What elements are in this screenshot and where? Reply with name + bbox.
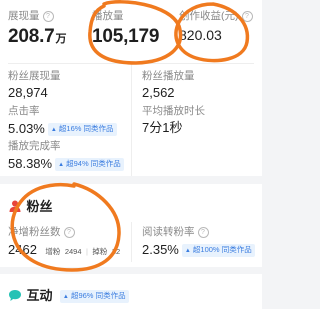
- fans-header: 粉丝: [8, 196, 52, 216]
- fan-plays-metric[interactable]: 粉丝播放量 2,562: [142, 70, 195, 100]
- avg-duration-label: 平均播放时长: [142, 105, 205, 117]
- gain-value: 2494: [64, 247, 82, 256]
- net-growth-label: 净增粉丝数: [8, 226, 61, 238]
- conversion-metric[interactable]: 阅读转粉率? 2.35% ▲ 超100% 同类作品: [142, 226, 255, 259]
- income-value: 820.03: [179, 27, 222, 43]
- net-growth-value: 2462: [8, 242, 37, 257]
- help-icon[interactable]: ?: [241, 11, 253, 22]
- completion-metric[interactable]: 播放完成率 58.38% ▲ 超94% 同类作品: [8, 140, 124, 173]
- ctr-value: 5.03%: [8, 121, 45, 136]
- fan-plays-label: 粉丝播放量: [142, 70, 195, 82]
- interaction-title: 互动: [26, 288, 53, 303]
- up-arrow-icon: ▲: [184, 248, 191, 254]
- user-icon: [9, 200, 21, 212]
- separator: |: [85, 247, 88, 256]
- income-metric[interactable]: 创作收益(元)? 820.03: [179, 10, 253, 45]
- up-arrow-icon: ▲: [58, 162, 65, 168]
- conversion-value: 2.35%: [142, 242, 179, 257]
- ctr-label: 点击率: [8, 105, 40, 117]
- plays-metric[interactable]: 播放量 105,179: [92, 10, 159, 48]
- divider: [131, 63, 132, 176]
- loss-label: 掉粉: [92, 247, 108, 256]
- net-growth-metric[interactable]: 净增粉丝数? 2462 增粉 2494 | 掉粉 32: [8, 226, 120, 259]
- completion-label: 播放完成率: [8, 140, 61, 152]
- exposure-metric[interactable]: 展现量? 208.7万: [8, 10, 67, 48]
- plays-value: 105,179: [92, 26, 160, 47]
- ctr-badge: ▲ 超16% 同类作品: [47, 123, 117, 136]
- conversion-badge: ▲ 超100% 同类作品: [181, 244, 255, 257]
- chat-bubble-icon: [9, 290, 21, 301]
- fan-plays-value: 2,562: [142, 85, 175, 100]
- plays-label: 播放量: [92, 10, 124, 22]
- fans-card: 粉丝 净增粉丝数? 2462 增粉 2494 | 掉粉 32 阅读转粉率? 2.…: [0, 184, 262, 267]
- gain-label: 增粉: [45, 247, 61, 256]
- fan-exposure-label: 粉丝展现量: [8, 70, 61, 82]
- exposure-label: 展现量: [8, 10, 40, 22]
- interaction-card: 互动 ▲ 超96% 同类作品: [0, 274, 262, 309]
- ctr-metric[interactable]: 点击率 5.03% ▲ 超16% 同类作品: [8, 105, 117, 138]
- exposure-unit: 万: [55, 33, 67, 45]
- help-icon[interactable]: ?: [197, 227, 209, 238]
- conversion-label: 阅读转粉率: [142, 226, 195, 238]
- interaction-badge: ▲ 超96% 同类作品: [59, 290, 129, 303]
- up-arrow-icon: ▲: [62, 294, 69, 300]
- completion-value: 58.38%: [8, 156, 53, 171]
- interaction-header: 互动 ▲ 超96% 同类作品: [8, 285, 129, 305]
- fan-exposure-metric[interactable]: 粉丝展现量 28,974: [8, 70, 61, 100]
- completion-badge: ▲ 超94% 同类作品: [55, 158, 124, 171]
- avg-duration-value: 7分1秒: [142, 120, 183, 135]
- help-icon[interactable]: ?: [63, 227, 75, 238]
- help-icon[interactable]: ?: [42, 11, 54, 22]
- overview-card: 展现量? 208.7万 播放量 105,179 创作收益(元)? 820.03 …: [0, 0, 262, 176]
- fans-title: 粉丝: [26, 199, 53, 214]
- avg-duration-metric[interactable]: 平均播放时长 7分1秒: [142, 105, 205, 135]
- divider: [131, 222, 132, 262]
- exposure-value: 208.7: [8, 26, 55, 47]
- fan-exposure-value: 28,974: [8, 85, 48, 100]
- income-label: 创作收益(元): [179, 10, 239, 22]
- up-arrow-icon: ▲: [50, 127, 57, 133]
- loss-value: 32: [111, 247, 121, 256]
